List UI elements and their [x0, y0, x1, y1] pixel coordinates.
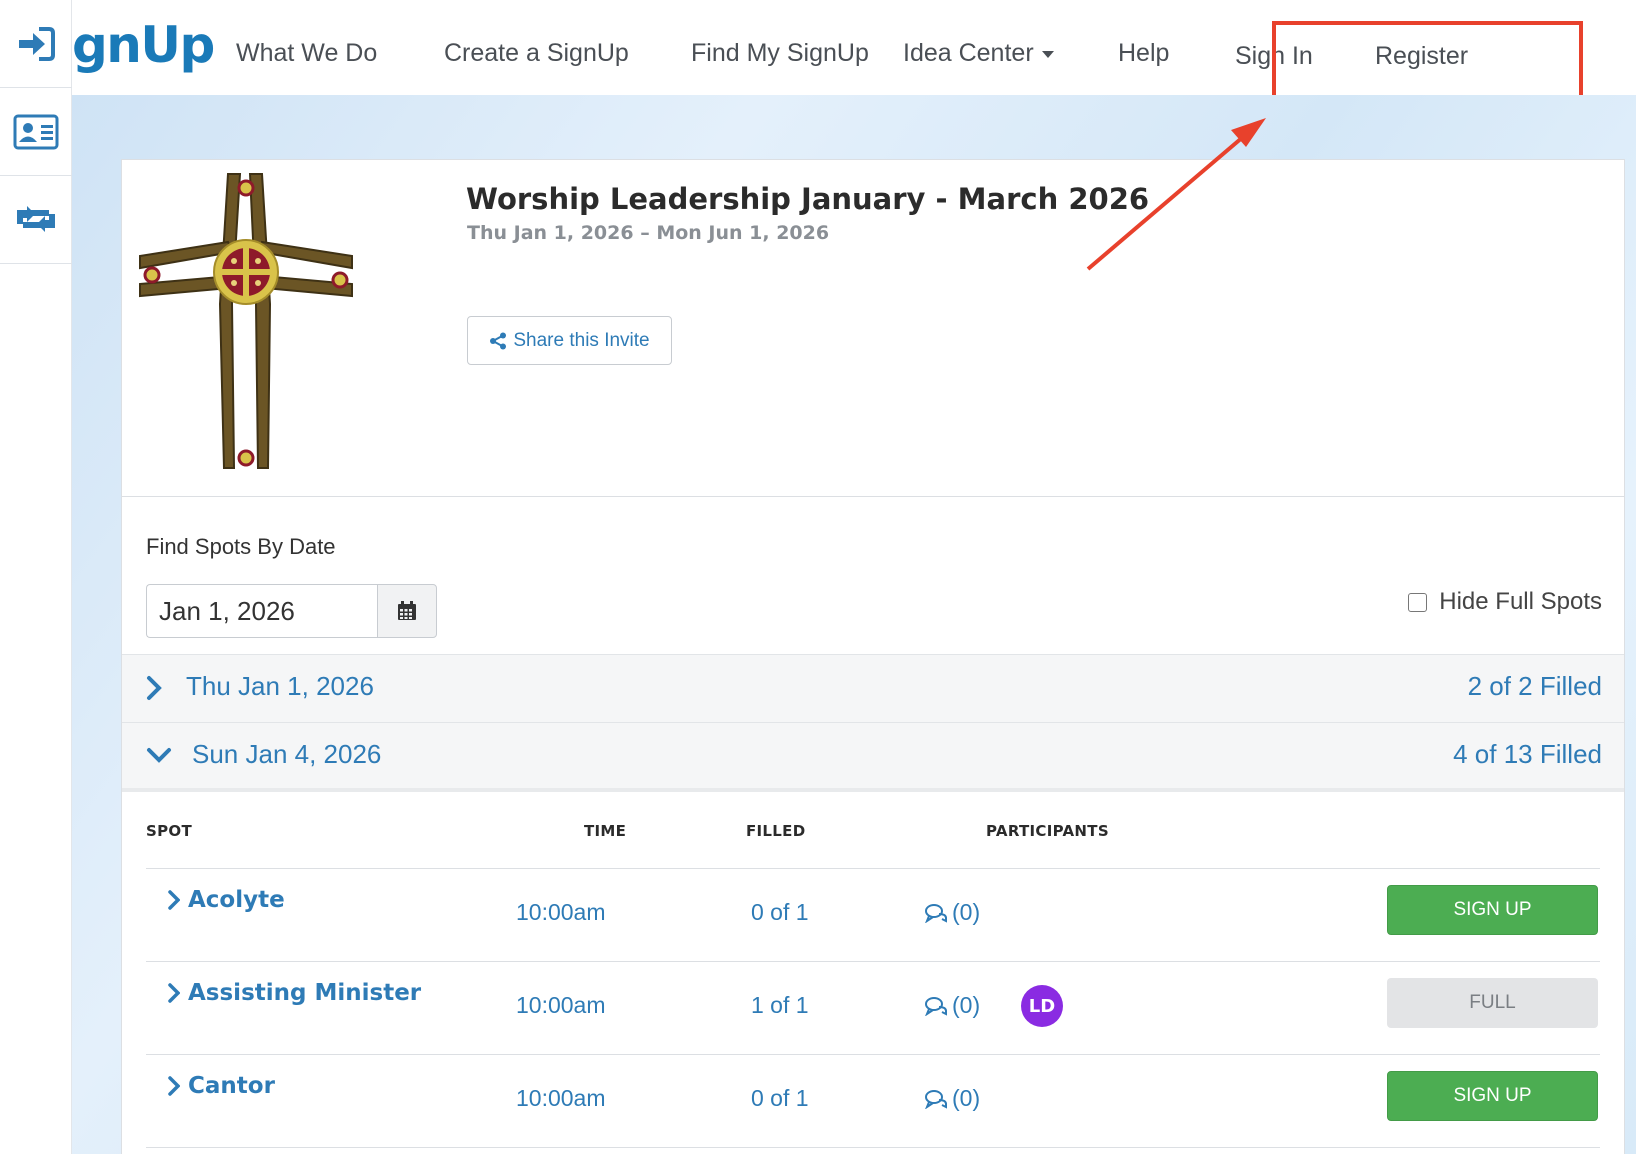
hide-full-spots-toggle[interactable]: Hide Full Spots	[1408, 588, 1602, 616]
signup-card: Worship Leadership January - March 2026 …	[121, 159, 1625, 1154]
spot-comments-link[interactable]: (0)	[924, 992, 980, 1019]
date-group-row[interactable]: Sun Jan 4, 2026 4 of 13 Filled	[122, 722, 1624, 790]
spot-time: 10:00am	[516, 1085, 606, 1111]
left-rail	[0, 0, 72, 1154]
share-invite-button[interactable]: Share this Invite	[467, 316, 672, 365]
nav-find-my-signup[interactable]: Find My SignUp	[691, 36, 869, 70]
nav-idea-center[interactable]: Idea Center	[903, 36, 1054, 70]
comments-icon	[925, 1089, 947, 1109]
table-row: Assisting Minister 10:00am 1 of 1 (0) LD…	[146, 961, 1600, 1054]
find-spots-label: Find Spots By Date	[146, 534, 336, 559]
column-header-participants: PARTICIPANTS	[986, 822, 1109, 840]
column-header-spot: SPOT	[146, 822, 192, 840]
spot-filled: 0 of 1	[751, 899, 809, 925]
swap-icon	[17, 205, 55, 232]
nav-what-we-do[interactable]: What We Do	[236, 36, 377, 70]
date-filter-input[interactable]: Jan 1, 2026	[146, 584, 377, 638]
event-date-range: Thu Jan 1, 2026 – Mon Jun 1, 2026	[467, 222, 830, 244]
nav-create-signup[interactable]: Create a SignUp	[444, 36, 629, 70]
rail-swap-button[interactable]	[0, 176, 72, 264]
sign-up-button[interactable]: SIGN UP	[1387, 1071, 1598, 1121]
spot-filled: 1 of 1	[751, 992, 809, 1018]
spot-time: 10:00am	[516, 992, 606, 1018]
table-row-divider	[146, 1147, 1600, 1154]
spot-comments-count: (0)	[952, 899, 981, 925]
share-invite-label: Share this Invite	[513, 329, 650, 351]
nav-help[interactable]: Help	[1118, 36, 1169, 70]
spot-comments-link[interactable]: (0)	[924, 1085, 980, 1112]
table-row: Cantor 10:00am 0 of 1 (0) SIGN UP	[146, 1054, 1600, 1147]
spot-filled: 0 of 1	[751, 1085, 809, 1111]
top-navigation: gnUp What We Do Create a SignUp Find My …	[72, 0, 1636, 101]
calendar-button[interactable]	[377, 584, 437, 638]
comments-icon	[925, 996, 947, 1016]
hide-full-spots-label: Hide Full Spots	[1439, 588, 1602, 615]
spot-comments-count: (0)	[952, 992, 981, 1018]
event-title: Worship Leadership January - March 2026	[466, 182, 1150, 216]
spot-name: Acolyte	[188, 887, 285, 913]
chevron-down-icon	[147, 748, 171, 763]
table-row: Acolyte 10:00am 0 of 1 (0) SIGN UP	[146, 868, 1600, 961]
spot-comments-link[interactable]: (0)	[924, 899, 980, 926]
sign-up-button[interactable]: SIGN UP	[1387, 885, 1598, 935]
spot-name: Cantor	[188, 1073, 275, 1099]
date-group-filled-count: 4 of 13 Filled	[1453, 739, 1602, 769]
full-button: FULL	[1387, 978, 1598, 1028]
chevron-right-icon	[147, 676, 162, 700]
comments-icon	[925, 903, 947, 923]
chevron-right-icon	[168, 890, 180, 910]
chevron-right-icon	[168, 983, 180, 1003]
group-separator	[122, 788, 1624, 792]
spot-comments-count: (0)	[952, 1085, 981, 1111]
annotation-highlight-box	[1272, 21, 1583, 101]
date-group-row[interactable]: Thu Jan 1, 2026 2 of 2 Filled	[122, 654, 1624, 722]
hide-full-spots-checkbox[interactable]	[1408, 592, 1428, 612]
caret-down-icon	[1041, 50, 1054, 58]
column-header-filled: FILLED	[746, 822, 806, 840]
contact-card-icon	[13, 114, 59, 149]
share-icon	[490, 332, 507, 349]
column-header-time: TIME	[584, 822, 627, 840]
calendar-icon	[398, 601, 416, 620]
spot-name: Assisting Minister	[188, 980, 422, 1006]
spot-name-toggle[interactable]: Cantor	[168, 1073, 275, 1099]
signup-logo[interactable]: gnUp	[72, 12, 215, 78]
rail-profile-button[interactable]	[0, 88, 72, 176]
chevron-right-icon	[168, 1076, 180, 1096]
date-group-label: Sun Jan 4, 2026	[192, 739, 382, 769]
church-cross-logo	[139, 173, 353, 469]
date-group-label: Thu Jan 1, 2026	[186, 671, 374, 701]
rail-sign-in-button[interactable]	[0, 0, 72, 88]
spot-name-toggle[interactable]: Assisting Minister	[168, 980, 421, 1006]
spot-name-toggle[interactable]: Acolyte	[168, 887, 285, 913]
header-divider	[122, 496, 1624, 497]
sign-in-icon	[19, 26, 55, 61]
participant-avatar[interactable]: LD	[1021, 985, 1063, 1027]
spot-time: 10:00am	[516, 899, 606, 925]
nav-idea-center-label: Idea Center	[903, 39, 1034, 67]
date-group-filled-count: 2 of 2 Filled	[1467, 671, 1602, 701]
